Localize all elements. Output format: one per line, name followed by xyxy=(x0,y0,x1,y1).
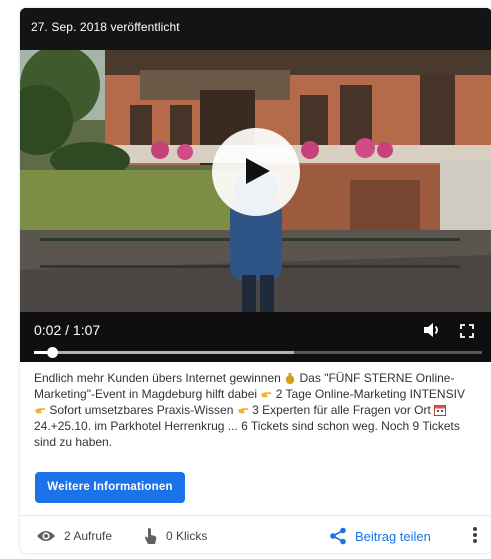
video-controls: 0:02 / 1:07 xyxy=(20,312,491,362)
eye-icon xyxy=(37,531,55,541)
description-text-6: 24.+25.10. im Parkhotel Herrenkrug ... 6… xyxy=(34,419,460,449)
seek-handle[interactable] xyxy=(47,347,59,358)
post-description: Endlich mehr Kunden übers Internet gewin… xyxy=(34,370,480,450)
description-text-1: Endlich mehr Kunden übers Internet gewin… xyxy=(34,371,281,385)
description-text-3: 2 Tage Online-Marketing INTENSIV xyxy=(275,387,465,401)
moneybag-icon xyxy=(285,373,295,384)
post-card: 27. Sep. 2018 veröffentlicht 0:02 / 1:07… xyxy=(20,8,491,553)
fullscreen-icon[interactable] xyxy=(460,324,474,338)
more-info-button[interactable]: Weitere Informationen xyxy=(35,472,185,503)
more-vert-icon[interactable] xyxy=(472,526,478,544)
volume-icon[interactable] xyxy=(423,322,441,338)
post-date: 27. Sep. 2018 veröffentlicht xyxy=(31,20,180,34)
play-button[interactable] xyxy=(212,128,300,216)
video-timecode: 0:02 / 1:07 xyxy=(34,322,101,338)
pointing-hand-icon xyxy=(34,408,46,414)
pointing-hand-icon xyxy=(237,408,248,414)
views-stat: 2 Aufrufe xyxy=(36,521,112,551)
calendar-icon xyxy=(434,405,447,416)
played-bar xyxy=(34,351,48,354)
share-button[interactable]: Beitrag teilen xyxy=(329,521,431,551)
share-icon xyxy=(330,527,346,545)
video-top-bar: 27. Sep. 2018 veröffentlicht xyxy=(20,8,491,50)
views-count: 2 Aufrufe xyxy=(64,529,113,543)
clicks-count: 0 Klicks xyxy=(166,529,208,543)
footer-divider xyxy=(20,515,491,516)
video-player[interactable]: 27. Sep. 2018 veröffentlicht 0:02 / 1:07 xyxy=(20,8,491,362)
video-seek-bar[interactable] xyxy=(34,347,482,358)
pointing-hand-icon xyxy=(261,392,272,398)
description-text-5: 3 Experten für alle Fragen vor Ort xyxy=(252,403,431,417)
pointer-hand-icon xyxy=(145,528,157,544)
clicks-stat: 0 Klicks xyxy=(144,521,207,551)
description-text-4: Sofort umsetzbares Praxis-Wissen xyxy=(49,403,234,417)
share-label: Beitrag teilen xyxy=(355,528,431,544)
buffered-bar xyxy=(34,351,294,354)
play-icon xyxy=(246,158,270,184)
